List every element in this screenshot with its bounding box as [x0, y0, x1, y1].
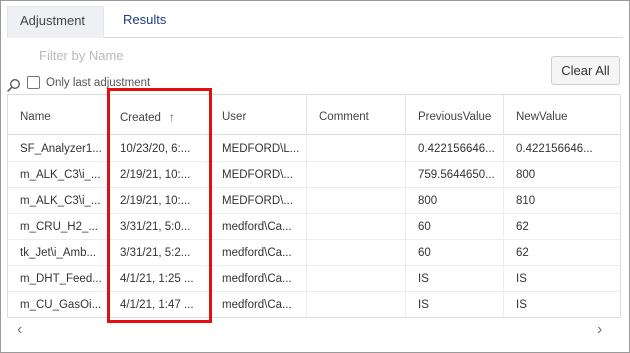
adjustment-panel: Adjustment Results Only last adjustment … [0, 0, 630, 353]
search-icon [7, 79, 20, 92]
cell-created: 4/1/21, 1:47 ... [108, 292, 210, 317]
column-header-label: Name [20, 111, 51, 123]
column-header-previousvalue[interactable]: PreviousValue [406, 95, 504, 135]
cell-newvalue: 810 [516, 195, 536, 207]
column-header-created[interactable]: Created ↑ [108, 95, 210, 135]
cell-user: MEDFORD\L... [210, 136, 307, 162]
cell-created: 2/19/21, 10:... [108, 162, 210, 188]
cell-user: medford\Ca... [210, 292, 307, 317]
cell-comment [307, 136, 406, 162]
table-row[interactable]: m_CU_GasOi... 4/1/21, 1:47 ... medford\Ca.… [8, 292, 620, 317]
cell-created: 4/1/21, 1:25 ... [108, 266, 210, 292]
cell-newvalue: 0.422156646... [516, 143, 593, 155]
cell-previousvalue: IS [406, 292, 504, 317]
cell-comment [307, 214, 406, 240]
cell-user: medford\Ca... [210, 240, 307, 266]
column-header-label: PreviousValue [418, 111, 492, 123]
adjustment-table: Name Created ↑ User Comment PreviousValue… [7, 94, 621, 318]
scroll-left-icon[interactable]: ‹ [17, 321, 31, 339]
column-header-user[interactable]: User [210, 95, 307, 135]
sort-ascending-icon: ↑ [168, 110, 175, 124]
table-row[interactable]: m_DHT_Feed... 4/1/21, 1:25 ... medford\Ca.… [8, 266, 620, 292]
cell-newvalue: 62 [516, 221, 529, 233]
cell-previousvalue: IS [406, 266, 504, 292]
cell-previousvalue: 60 [406, 214, 504, 240]
table-header: Name Created ↑ User Comment PreviousValue… [8, 95, 620, 135]
table-row[interactable]: tk_Jet\i_Amb... 3/31/21, 5:2... medford\Ca… [8, 240, 620, 266]
cell-user: medford\Ca... [210, 266, 307, 292]
table-row[interactable]: m_ALK_C3\i_... 2/19/21, 10:... MEDFORD\...… [8, 188, 620, 214]
cell-user: MEDFORD\... [210, 162, 307, 188]
column-header-newvalue[interactable]: NewValue [504, 95, 620, 135]
tab-adjustment[interactable]: Adjustment [7, 6, 104, 38]
cell-created: 2/19/21, 10:... [108, 188, 210, 214]
cell-comment [307, 266, 406, 292]
cell-previousvalue: 0.422156646... [406, 136, 504, 162]
cell-previousvalue: 800 [406, 188, 504, 214]
cell-name: m_CRU_H2_... [8, 214, 108, 240]
only-last-adjustment-label: Only last adjustment [46, 77, 151, 89]
column-header-name[interactable]: Name [8, 95, 108, 135]
column-header-label: Comment [319, 111, 369, 123]
tab-results[interactable]: Results [111, 6, 178, 38]
cell-user: medford\Ca... [210, 214, 307, 240]
cell-user: MEDFORD\... [210, 188, 307, 214]
cell-name: tk_Jet\i_Amb... [8, 240, 108, 266]
scroll-right-icon[interactable]: › [597, 321, 611, 339]
cell-newvalue: IS [516, 273, 527, 285]
table-row[interactable]: SF_Analyzer1... 10/23/20, 6:... MEDFORD\L.… [8, 136, 620, 162]
cell-previousvalue: 759.5644650... [406, 162, 504, 188]
cell-previousvalue: 60 [406, 240, 504, 266]
table-row[interactable]: m_CRU_H2_... 3/31/21, 5:0... medford\Ca...… [8, 214, 620, 240]
column-header-comment[interactable]: Comment [307, 95, 406, 135]
column-header-label: User [222, 111, 247, 123]
column-header-label: NewValue [516, 111, 568, 123]
cell-name: m_ALK_C3\i_... [8, 162, 108, 188]
table-row[interactable]: m_ALK_C3\i_... 2/19/21, 10:... MEDFORD\...… [8, 162, 620, 188]
cell-newvalue: IS [516, 299, 527, 311]
clear-all-button[interactable]: Clear All [551, 56, 620, 85]
cell-created: 10/23/20, 6:... [108, 136, 210, 162]
cell-name: m_DHT_Feed... [8, 266, 108, 292]
cell-created: 3/31/21, 5:0... [108, 214, 210, 240]
cell-created: 3/31/21, 5:2... [108, 240, 210, 266]
cell-newvalue: 800 [516, 169, 536, 181]
cell-comment [307, 162, 406, 188]
only-last-adjustment-checkbox[interactable] [27, 76, 40, 89]
cell-comment [307, 240, 406, 266]
cell-comment [307, 292, 406, 317]
filter-by-name-input[interactable] [29, 43, 249, 67]
cell-newvalue: 62 [516, 247, 529, 259]
column-header-label: Created [120, 112, 161, 124]
cell-name: m_ALK_C3\i_... [8, 188, 108, 214]
tab-bar: Adjustment Results [7, 6, 623, 38]
cell-comment [307, 188, 406, 214]
cell-name: m_CU_GasOi... [8, 292, 108, 317]
cell-name: SF_Analyzer1... [8, 136, 108, 162]
